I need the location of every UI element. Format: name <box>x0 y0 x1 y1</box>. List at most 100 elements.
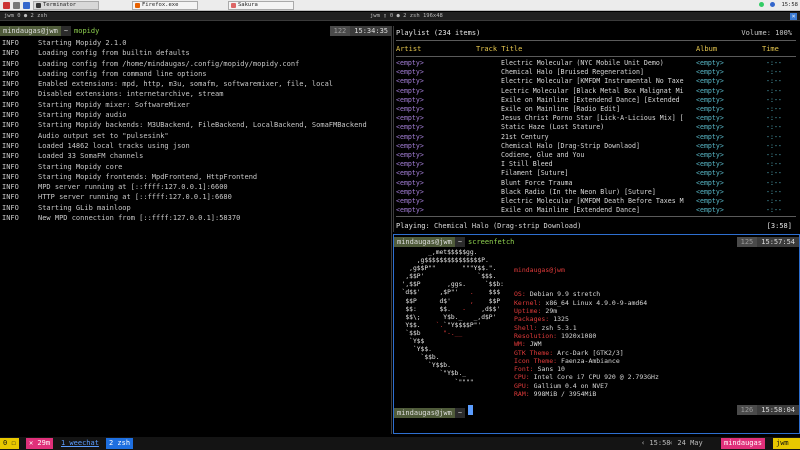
row-time: -:-- <box>766 105 782 113</box>
window-tab-zsh[interactable]: 2 zsh <box>106 438 134 449</box>
task-sakura[interactable]: Sakura <box>228 1 294 10</box>
shell-prompt[interactable]: mindaugas@jwm ~ 126 15:58:04 <box>394 405 799 418</box>
column-album[interactable]: Album <box>696 44 717 54</box>
row-artist: <empty> <box>396 160 424 169</box>
info-key: WM: <box>514 340 526 349</box>
playlist-row[interactable]: <empty> 21st Century <empty> -:-- <box>396 133 796 142</box>
column-artist[interactable]: Artist <box>396 44 421 54</box>
log-level: INFO <box>2 131 19 140</box>
log-message: Loading config from builtin defaults <box>38 49 190 58</box>
log-line: INFO Starting Mopidy mixer: SoftwareMixer <box>2 100 367 110</box>
row-title: Exile on Mainline [Radio Edit] <box>501 105 621 113</box>
row-artist: <empty> <box>396 206 424 215</box>
prompt-cwd: ~ <box>454 408 466 418</box>
volume-icon[interactable] <box>770 2 776 7</box>
info-value: Debian 9.9 stretch <box>529 290 601 299</box>
info-key: RAM: <box>514 390 530 399</box>
log-level: INFO <box>2 49 19 58</box>
log-message: Starting Mopidy mixer: SoftwareMixer <box>38 100 190 109</box>
log-level: INFO <box>2 141 19 150</box>
column-time[interactable]: Time <box>762 44 779 54</box>
network-icon[interactable] <box>758 2 764 7</box>
log-line: INFO New MPD connection from [::ffff:127.… <box>2 213 367 223</box>
playlist-row[interactable]: <empty> Jesus Christ Porno Star [Lick-A-L… <box>396 114 796 123</box>
playlist-row[interactable]: <empty> Exile on Mainline [Extendend Danc… <box>396 206 796 215</box>
files-icon[interactable] <box>23 2 30 9</box>
uptime-badge: ✕ 29m <box>26 438 54 449</box>
log-level: INFO <box>2 90 19 99</box>
row-artist: <empty> <box>396 132 424 141</box>
prompt-user: mindaugas@jwm <box>0 26 61 36</box>
row-title: Chemical Halo [Bruised Regeneration] <box>501 68 644 77</box>
row-album: <empty> <box>696 160 724 169</box>
log-level: INFO <box>2 111 19 120</box>
row-album: <empty> <box>696 86 724 95</box>
prompt-time: 15:34:35 <box>350 26 392 36</box>
playlist-row[interactable]: <empty> Blunt Force Trauma <empty> -:-- <box>396 179 796 188</box>
row-title: 21st Century <box>501 132 549 141</box>
log-line: INFO Disabled extensions: internetarchive… <box>2 89 367 99</box>
row-time: -:-- <box>766 160 782 169</box>
row-title: Exile on Mainline [Extendend Dance] [Ext… <box>501 95 680 104</box>
pane-mopidy[interactable]: mindaugas@jwm ~ mopidy 122 15:34:35 INFO Sta… <box>0 26 392 434</box>
info-key: Icon Theme: <box>514 356 558 365</box>
info-key: Kernel: <box>514 298 542 307</box>
playlist-row[interactable]: <empty> Codiene, Glue and You <empty> -:-- <box>396 151 796 160</box>
row-artist: <empty> <box>396 187 424 196</box>
column-title[interactable]: Track Title <box>476 44 522 54</box>
log-line: INFO Loading config from /home/mindaugas/… <box>2 59 367 69</box>
playlist-row[interactable]: <empty> Exile on Mainline [Radio Edit] <em… <box>396 105 796 114</box>
playlist-row[interactable]: <empty> Lectric Molecular [Black Metal Bo… <box>396 87 796 96</box>
prompt-cwd: ~ <box>60 26 72 36</box>
row-time: -:-- <box>766 59 782 67</box>
clock[interactable]: 15:58 <box>781 2 798 8</box>
playlist-row[interactable]: <empty> Chemical Halo [Bruised Regenerati… <box>396 68 796 77</box>
log-level: INFO <box>2 172 19 181</box>
task-terminator[interactable]: Terminator <box>33 1 99 10</box>
row-title: Static Haze (Lost Stature) <box>501 123 605 132</box>
playlist-row[interactable]: <empty> I Still Bleed <empty> -:-- <box>396 160 796 169</box>
playlist-row[interactable]: <empty> Electric Molecular (NYC Mobile Un… <box>396 59 796 68</box>
row-title: Blunt Force Trauma <box>501 178 573 187</box>
playlist-row[interactable]: <empty> Filament [Suture] <empty> -:-- <box>396 169 796 178</box>
pane-screenfetch[interactable]: mindaugas@jwm ~ screenfetch 125 15:57:54 _,… <box>393 234 800 434</box>
log-message: Disabled extensions: internetarchive, st… <box>38 90 224 99</box>
playlist-row[interactable]: <empty> Electric Molecular [KMFDM Instrum… <box>396 77 796 86</box>
window-tab-label[interactable]: jwm 0 ● 2 zsh <box>4 12 47 21</box>
volume-readout[interactable]: Volume: 100% <box>741 28 792 38</box>
playlist-row[interactable]: <empty> Exile on Mainline [Extendend Danc… <box>396 96 796 105</box>
close-icon[interactable]: × <box>790 13 797 20</box>
task-firefox[interactable]: Firefox.exe <box>132 1 198 10</box>
playlist-row[interactable]: <empty> Chemical Halo [Drag-Strip Downlao… <box>396 142 796 151</box>
divider <box>396 40 796 41</box>
playlist-row[interactable]: <empty> Electric Molecular [KMFDM Death B… <box>396 197 796 206</box>
row-artist: <empty> <box>396 68 424 77</box>
row-artist: <empty> <box>396 77 424 86</box>
pane-ncmpcpp[interactable]: Playlist (234 items) Volume: 100% Artist… <box>393 26 800 232</box>
row-album: <empty> <box>696 95 724 104</box>
row-artist: <empty> <box>396 114 424 123</box>
session-indicator[interactable]: 0 ☐ <box>0 438 19 449</box>
text-cursor[interactable] <box>468 405 474 415</box>
menu-icon[interactable] <box>3 2 10 9</box>
log-level: INFO <box>2 183 19 192</box>
info-key: CPU: <box>514 373 530 382</box>
system-info: mindaugas@jwm OS: Debian 9.9 stretch Kerne… <box>514 249 659 415</box>
log-level: INFO <box>2 69 19 78</box>
log-message: Audio output set to "pulsesink" <box>38 131 169 140</box>
playlist-row[interactable]: <empty> Black Radio (In the Neon Blur) [S… <box>396 188 796 197</box>
info-line: Icon Theme: Faenza-Ambiance <box>514 357 659 365</box>
desktop-icon[interactable] <box>13 2 20 9</box>
status-host: jwm <box>773 438 800 449</box>
window-tab-weechat[interactable]: 1 weechat <box>58 438 102 449</box>
playlist-columns: Artist Track Title Album Time <box>396 44 796 54</box>
row-artist: <empty> <box>396 105 424 113</box>
log-level: INFO <box>2 59 19 68</box>
log-message: Loaded 33 SomaFM channels <box>38 152 144 161</box>
row-title: Lectric Molecular [Black Metal Box Malig… <box>501 86 684 95</box>
row-album: <empty> <box>696 197 724 205</box>
info-line: Font: Sans 10 <box>514 365 659 373</box>
playlist-row[interactable]: <empty> Static Haze (Lost Stature) <empty>… <box>396 123 796 132</box>
row-time: -:-- <box>766 114 782 123</box>
log-line: INFO Starting GLib mainloop <box>2 203 367 213</box>
